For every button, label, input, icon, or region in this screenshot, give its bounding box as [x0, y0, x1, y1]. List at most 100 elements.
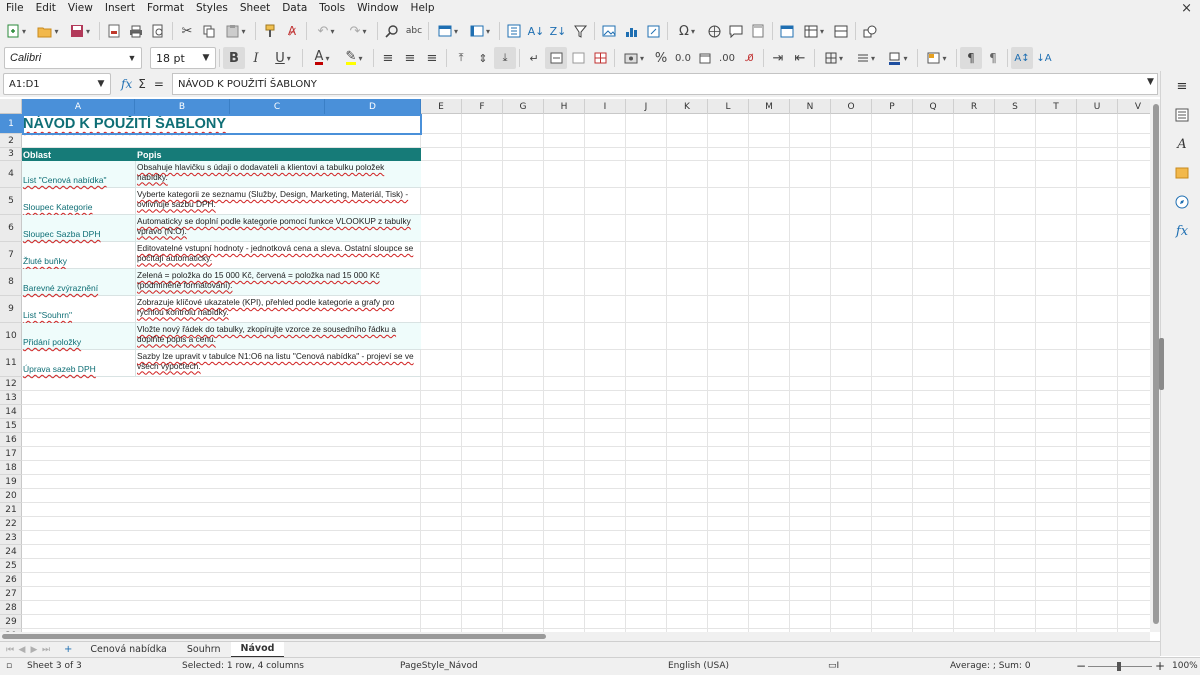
left-to-right-icon[interactable]: ¶ — [960, 47, 982, 69]
row-header[interactable]: 20 — [0, 489, 22, 503]
menu-format[interactable]: Format — [141, 0, 190, 17]
cut-icon[interactable]: ✂ — [176, 20, 198, 42]
tab-cenova-nabidka[interactable]: Cenová nabídka — [80, 642, 176, 658]
bold-icon[interactable]: B — [223, 47, 245, 69]
unmerge-cells-icon[interactable] — [589, 47, 611, 69]
autofilter-icon[interactable] — [569, 20, 591, 42]
row-header[interactable]: 11 — [0, 350, 22, 377]
format-percent-icon[interactable]: % — [650, 47, 672, 69]
column-header[interactable]: K — [667, 99, 708, 114]
freeze-rows-columns-icon[interactable] — [798, 20, 830, 42]
clear-formatting-icon[interactable]: A̷ — [281, 20, 303, 42]
row-header[interactable]: 25 — [0, 559, 22, 573]
align-right-icon[interactable]: ≡ — [421, 47, 443, 69]
row-header[interactable]: 12 — [0, 377, 22, 391]
row-header[interactable]: 21 — [0, 503, 22, 517]
cell-area-name[interactable]: Barevné zvýraznění — [22, 283, 135, 293]
font-size-combobox[interactable]: 18 pt ▼ — [150, 47, 216, 69]
horizontal-scrollbar[interactable] — [0, 632, 1150, 641]
menu-help[interactable]: Help — [405, 0, 441, 17]
text-direction-ttb-icon[interactable]: ↓A — [1033, 47, 1055, 69]
column-header[interactable]: A — [22, 99, 135, 114]
row-header[interactable]: 23 — [0, 531, 22, 545]
menu-view[interactable]: View — [62, 0, 99, 17]
hyperlink-icon[interactable] — [703, 20, 725, 42]
headers-footers-icon[interactable] — [747, 20, 769, 42]
row-header[interactable]: 1 — [0, 114, 22, 134]
cell-area-name[interactable]: Sloupec Kategorie — [22, 202, 135, 212]
cell-area-name[interactable]: List "Souhrn" — [22, 310, 135, 320]
text-direction-ltr-icon[interactable]: A↕ — [1011, 47, 1033, 69]
tab-navod[interactable]: Návod — [230, 641, 285, 658]
cell-description[interactable]: Obsahuje hlavičku s údaji o dodavateli a… — [136, 162, 421, 182]
expand-formula-bar-icon[interactable]: ▼ — [1147, 77, 1154, 87]
menu-styles[interactable]: Styles — [190, 0, 234, 17]
cell-area-name[interactable]: Sloupec Sazba DPH — [22, 229, 135, 239]
highlight-color-icon[interactable]: ✎ — [338, 47, 370, 69]
navigator-icon[interactable] — [1173, 193, 1191, 211]
row-header[interactable]: 4 — [0, 161, 22, 188]
last-sheet-icon[interactable]: ⏭ — [40, 645, 52, 655]
title-cell[interactable]: NÁVOD K POUŽITÍ ŠABLONY — [22, 114, 421, 134]
gallery-icon[interactable] — [1173, 164, 1191, 182]
column-header[interactable]: I — [585, 99, 626, 114]
column-header[interactable]: T — [1036, 99, 1077, 114]
name-box[interactable]: A1:D1 ▼ — [3, 73, 111, 95]
header-description[interactable]: Popis — [136, 148, 421, 161]
column-header[interactable]: E — [421, 99, 462, 114]
row-header[interactable]: 27 — [0, 587, 22, 601]
menu-data[interactable]: Data — [276, 0, 313, 17]
decrease-indent-icon[interactable]: ⇤ — [789, 47, 811, 69]
row-header[interactable]: 10 — [0, 323, 22, 350]
cell-area-name[interactable]: Úprava sazeb DPH — [22, 364, 135, 374]
conditional-format-icon[interactable] — [921, 47, 953, 69]
comment-icon[interactable] — [725, 20, 747, 42]
horizontal-scrollbar-thumb[interactable] — [2, 634, 546, 639]
split-window-icon[interactable] — [830, 20, 852, 42]
export-pdf-icon[interactable] — [103, 20, 125, 42]
print-preview-icon[interactable] — [147, 20, 169, 42]
spelling-icon[interactable]: abc — [403, 20, 425, 42]
sidebar-menu-icon[interactable]: ≡ — [1173, 77, 1191, 95]
format-currency-icon[interactable] — [618, 47, 650, 69]
close-document-icon[interactable]: × — [1181, 0, 1192, 17]
sort-ascending-icon[interactable]: A↓ — [525, 20, 547, 42]
column-header[interactable]: J — [626, 99, 667, 114]
styles-icon[interactable]: A — [1173, 135, 1191, 153]
column-header[interactable]: P — [872, 99, 913, 114]
cell-area-name[interactable]: Přidání položky — [22, 337, 135, 347]
sort-icon[interactable] — [503, 20, 525, 42]
align-left-icon[interactable]: ≡ — [377, 47, 399, 69]
row-header[interactable]: 6 — [0, 215, 22, 242]
row-header[interactable]: 29 — [0, 615, 22, 629]
format-date-icon[interactable] — [694, 47, 716, 69]
column-header[interactable]: Q — [913, 99, 954, 114]
tab-souhrn[interactable]: Souhrn — [177, 642, 231, 658]
header-area[interactable]: Oblast — [22, 148, 135, 161]
align-center-icon[interactable]: ≡ — [399, 47, 421, 69]
sort-descending-icon[interactable]: Z↓ — [547, 20, 569, 42]
status-language[interactable]: English (USA) — [668, 661, 729, 671]
row-header[interactable]: 13 — [0, 391, 22, 405]
zoom-out-icon[interactable]: − — [1076, 659, 1086, 673]
align-top-icon[interactable]: ⤒ — [450, 47, 472, 69]
zoom-in-icon[interactable]: + — [1155, 659, 1165, 673]
row-header[interactable]: 16 — [0, 433, 22, 447]
row-header[interactable]: 5 — [0, 188, 22, 215]
cell-area[interactable]: NÁVOD K POUŽITÍ ŠABLONY Oblast Popis Lis… — [22, 114, 1150, 632]
row-header[interactable]: 7 — [0, 242, 22, 269]
formula-input[interactable]: NÁVOD K POUŽITÍ ŠABLONY — [172, 73, 1158, 95]
row-header[interactable]: 9 — [0, 296, 22, 323]
previous-sheet-icon[interactable]: ◀ — [16, 645, 28, 655]
row-header[interactable]: 22 — [0, 517, 22, 531]
chevron-down-icon[interactable]: ▼ — [123, 48, 141, 68]
chevron-down-icon[interactable]: ▼ — [197, 48, 215, 68]
formula-icon[interactable]: = — [154, 77, 164, 91]
cell-description[interactable]: Vložte nový řádek do tabulky, zkopírujte… — [136, 324, 421, 344]
document-modified-icon[interactable]: ▫ — [6, 661, 12, 671]
status-page-style[interactable]: PageStyle_Návod — [400, 661, 478, 671]
column-header[interactable]: M — [749, 99, 790, 114]
border-style-icon[interactable] — [850, 47, 882, 69]
copy-icon[interactable] — [198, 20, 220, 42]
merge-center-icon[interactable] — [545, 47, 567, 69]
